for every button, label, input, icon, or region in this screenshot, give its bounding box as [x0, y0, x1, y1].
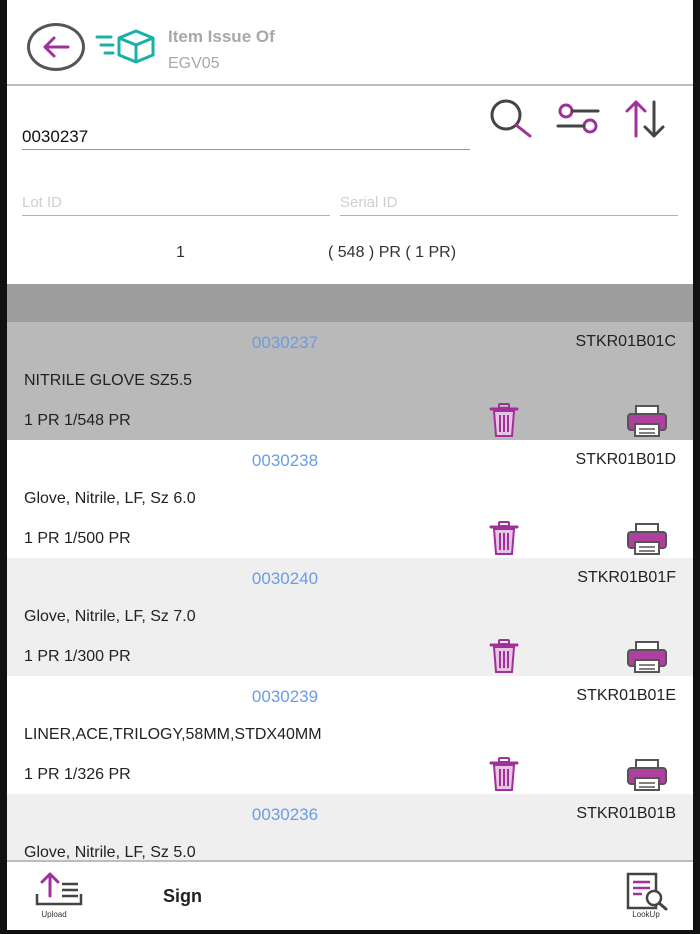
device-frame: [0, 0, 700, 934]
